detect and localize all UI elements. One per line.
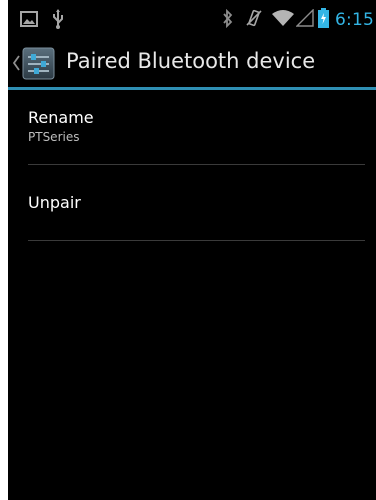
rename-item[interactable]: Rename PTSeries	[28, 90, 365, 165]
rename-label: Rename	[28, 108, 94, 127]
device-name-value: PTSeries	[28, 130, 80, 144]
page-title: Paired Bluetooth device	[66, 49, 316, 73]
battery-charging-icon	[318, 8, 330, 32]
wifi-icon	[271, 9, 295, 31]
vibrate-icon	[245, 9, 263, 31]
settings-icon[interactable]	[22, 47, 55, 80]
usb-icon	[52, 9, 64, 33]
unpair-item[interactable]: Unpair	[28, 165, 365, 241]
status-bar: 6:15	[8, 0, 376, 38]
unpair-label: Unpair	[28, 193, 81, 212]
settings-list: Rename PTSeries Unpair	[8, 90, 376, 241]
back-caret-icon[interactable]	[11, 53, 21, 73]
signal-icon	[295, 8, 314, 31]
action-bar[interactable]: Paired Bluetooth device	[8, 38, 376, 88]
picture-icon	[20, 11, 38, 31]
screen: 6:15 Paired Bluetooth device Rename PTSe…	[8, 0, 376, 500]
bluetooth-icon	[222, 8, 233, 32]
status-time: 6:15	[335, 10, 374, 30]
